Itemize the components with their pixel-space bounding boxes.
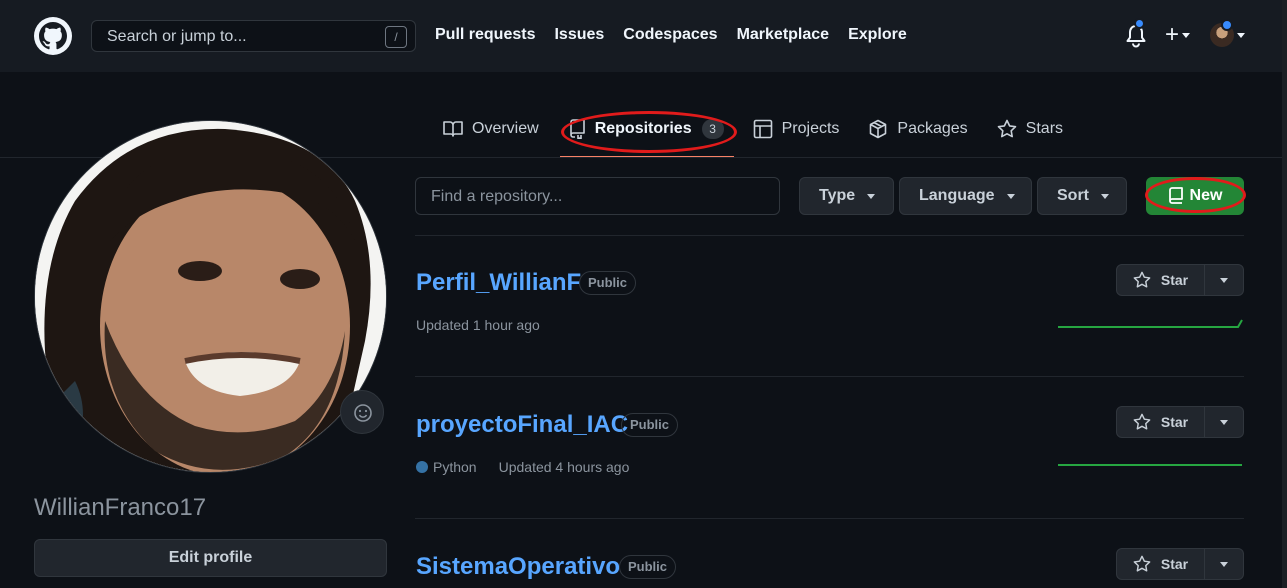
star-button[interactable]: Star xyxy=(1116,406,1205,438)
star-icon xyxy=(1133,271,1151,288)
book-icon xyxy=(443,121,463,137)
sort-label: Sort xyxy=(1057,187,1089,204)
star-button-group: Star xyxy=(1116,264,1244,296)
repo-icon xyxy=(1168,187,1183,204)
repo-link[interactable]: SistemaOperativo xyxy=(416,553,620,581)
nav-codespaces[interactable]: Codespaces xyxy=(623,26,717,44)
tab-label: Repositories xyxy=(594,120,692,137)
avatar xyxy=(1210,19,1234,47)
nav-pull-requests[interactable]: Pull requests xyxy=(435,26,535,44)
divider xyxy=(415,235,1244,236)
star-button[interactable]: Star xyxy=(1116,264,1205,296)
tab-packages[interactable]: Packages xyxy=(868,108,968,150)
star-icon xyxy=(997,119,1016,138)
new-label: New xyxy=(1189,187,1223,204)
search-placeholder: Search or jump to... xyxy=(107,28,247,45)
chevron-down-icon xyxy=(1101,193,1109,199)
star-button-group: Star xyxy=(1116,548,1244,580)
star-label: Star xyxy=(1160,556,1189,572)
tab-overview[interactable]: Overview xyxy=(443,108,539,150)
smiley-icon xyxy=(354,404,372,422)
star-list-dropdown[interactable] xyxy=(1205,406,1244,438)
visibility-badge: Public xyxy=(621,413,679,437)
star-icon xyxy=(1133,413,1151,430)
find-placeholder: Find a repository... xyxy=(431,188,563,205)
tab-repositories[interactable]: Repositories 3 xyxy=(559,108,734,158)
star-label: Star xyxy=(1160,414,1189,430)
tab-label: Stars xyxy=(1025,120,1064,137)
visibility-badge: Public xyxy=(579,271,637,295)
tab-label: Overview xyxy=(472,120,539,137)
package-icon xyxy=(870,119,887,139)
updated-time: Updated 4 hours ago xyxy=(498,459,630,475)
type-filter-button[interactable]: Type xyxy=(799,177,894,215)
tab-label: Packages xyxy=(897,120,968,137)
nav-explore[interactable]: Explore xyxy=(848,26,907,44)
activity-sparkline xyxy=(1058,464,1242,466)
star-icon xyxy=(1133,555,1151,572)
activity-sparkline xyxy=(1058,319,1243,328)
profile-avatar[interactable] xyxy=(34,120,387,473)
star-list-dropdown[interactable] xyxy=(1205,264,1244,296)
tab-stars[interactable]: Stars xyxy=(997,108,1063,150)
github-logo-icon[interactable] xyxy=(34,17,72,55)
header-actions: + xyxy=(1125,18,1245,50)
language-label: Language xyxy=(919,187,995,204)
chevron-down-icon xyxy=(867,193,876,199)
global-header: Search or jump to... / Pull requests Iss… xyxy=(0,0,1287,72)
chevron-down-icon xyxy=(1237,32,1245,38)
nav-marketplace[interactable]: Marketplace xyxy=(737,26,830,44)
updated-time: Updated 1 hour ago xyxy=(416,317,540,333)
repo-count-badge: 3 xyxy=(701,119,724,139)
set-status-button[interactable] xyxy=(340,390,384,434)
status-dot xyxy=(1221,19,1233,31)
repo-link[interactable]: proyectoFinal_IAC xyxy=(416,411,628,439)
chevron-down-icon xyxy=(1220,561,1228,567)
profile-tabs: Overview Repositories 3 Projects Package… xyxy=(443,108,1092,158)
edit-profile-button[interactable]: Edit profile xyxy=(34,539,387,577)
repo-language: Python xyxy=(433,459,477,475)
new-repository-button[interactable]: New xyxy=(1146,177,1244,215)
star-label: Star xyxy=(1160,272,1189,288)
sort-button[interactable]: Sort xyxy=(1037,177,1127,215)
divider xyxy=(415,376,1244,377)
repo-icon xyxy=(569,119,585,139)
language-filter-button[interactable]: Language xyxy=(899,177,1032,215)
repo-meta: Python Updated 4 hours ago xyxy=(416,459,629,475)
repo-link[interactable]: Perfil_WillianF xyxy=(416,269,581,297)
search-input[interactable]: Search or jump to... / xyxy=(91,20,416,52)
tab-label: Projects xyxy=(781,120,840,137)
notification-dot xyxy=(1133,18,1145,29)
tab-projects[interactable]: Projects xyxy=(753,108,840,150)
scrollbar[interactable] xyxy=(1282,0,1287,588)
chevron-down-icon xyxy=(1220,419,1228,425)
create-new-plus-icon[interactable]: + xyxy=(1165,21,1190,49)
star-button-group: Star xyxy=(1116,406,1244,438)
profile-username: WillianFranco17 xyxy=(34,494,207,521)
table-icon xyxy=(753,119,772,139)
chevron-down-icon xyxy=(1182,33,1190,39)
user-menu[interactable] xyxy=(1210,19,1245,47)
find-repository-input[interactable]: Find a repository... xyxy=(415,177,780,215)
chevron-down-icon xyxy=(1220,277,1228,283)
chevron-down-icon xyxy=(1006,193,1015,199)
star-button[interactable]: Star xyxy=(1116,548,1205,580)
type-label: Type xyxy=(819,187,856,204)
language-color-dot xyxy=(416,461,428,473)
nav-issues[interactable]: Issues xyxy=(554,26,604,44)
divider xyxy=(415,518,1244,519)
profile-photo xyxy=(35,121,386,472)
top-nav: Pull requests Issues Codespaces Marketpl… xyxy=(435,26,907,44)
visibility-badge: Public xyxy=(619,555,677,579)
repo-meta: Updated 1 hour ago xyxy=(416,317,540,333)
slash-shortcut-icon: / xyxy=(385,26,407,48)
star-list-dropdown[interactable] xyxy=(1205,548,1244,580)
notifications-bell-icon[interactable] xyxy=(1125,18,1151,50)
